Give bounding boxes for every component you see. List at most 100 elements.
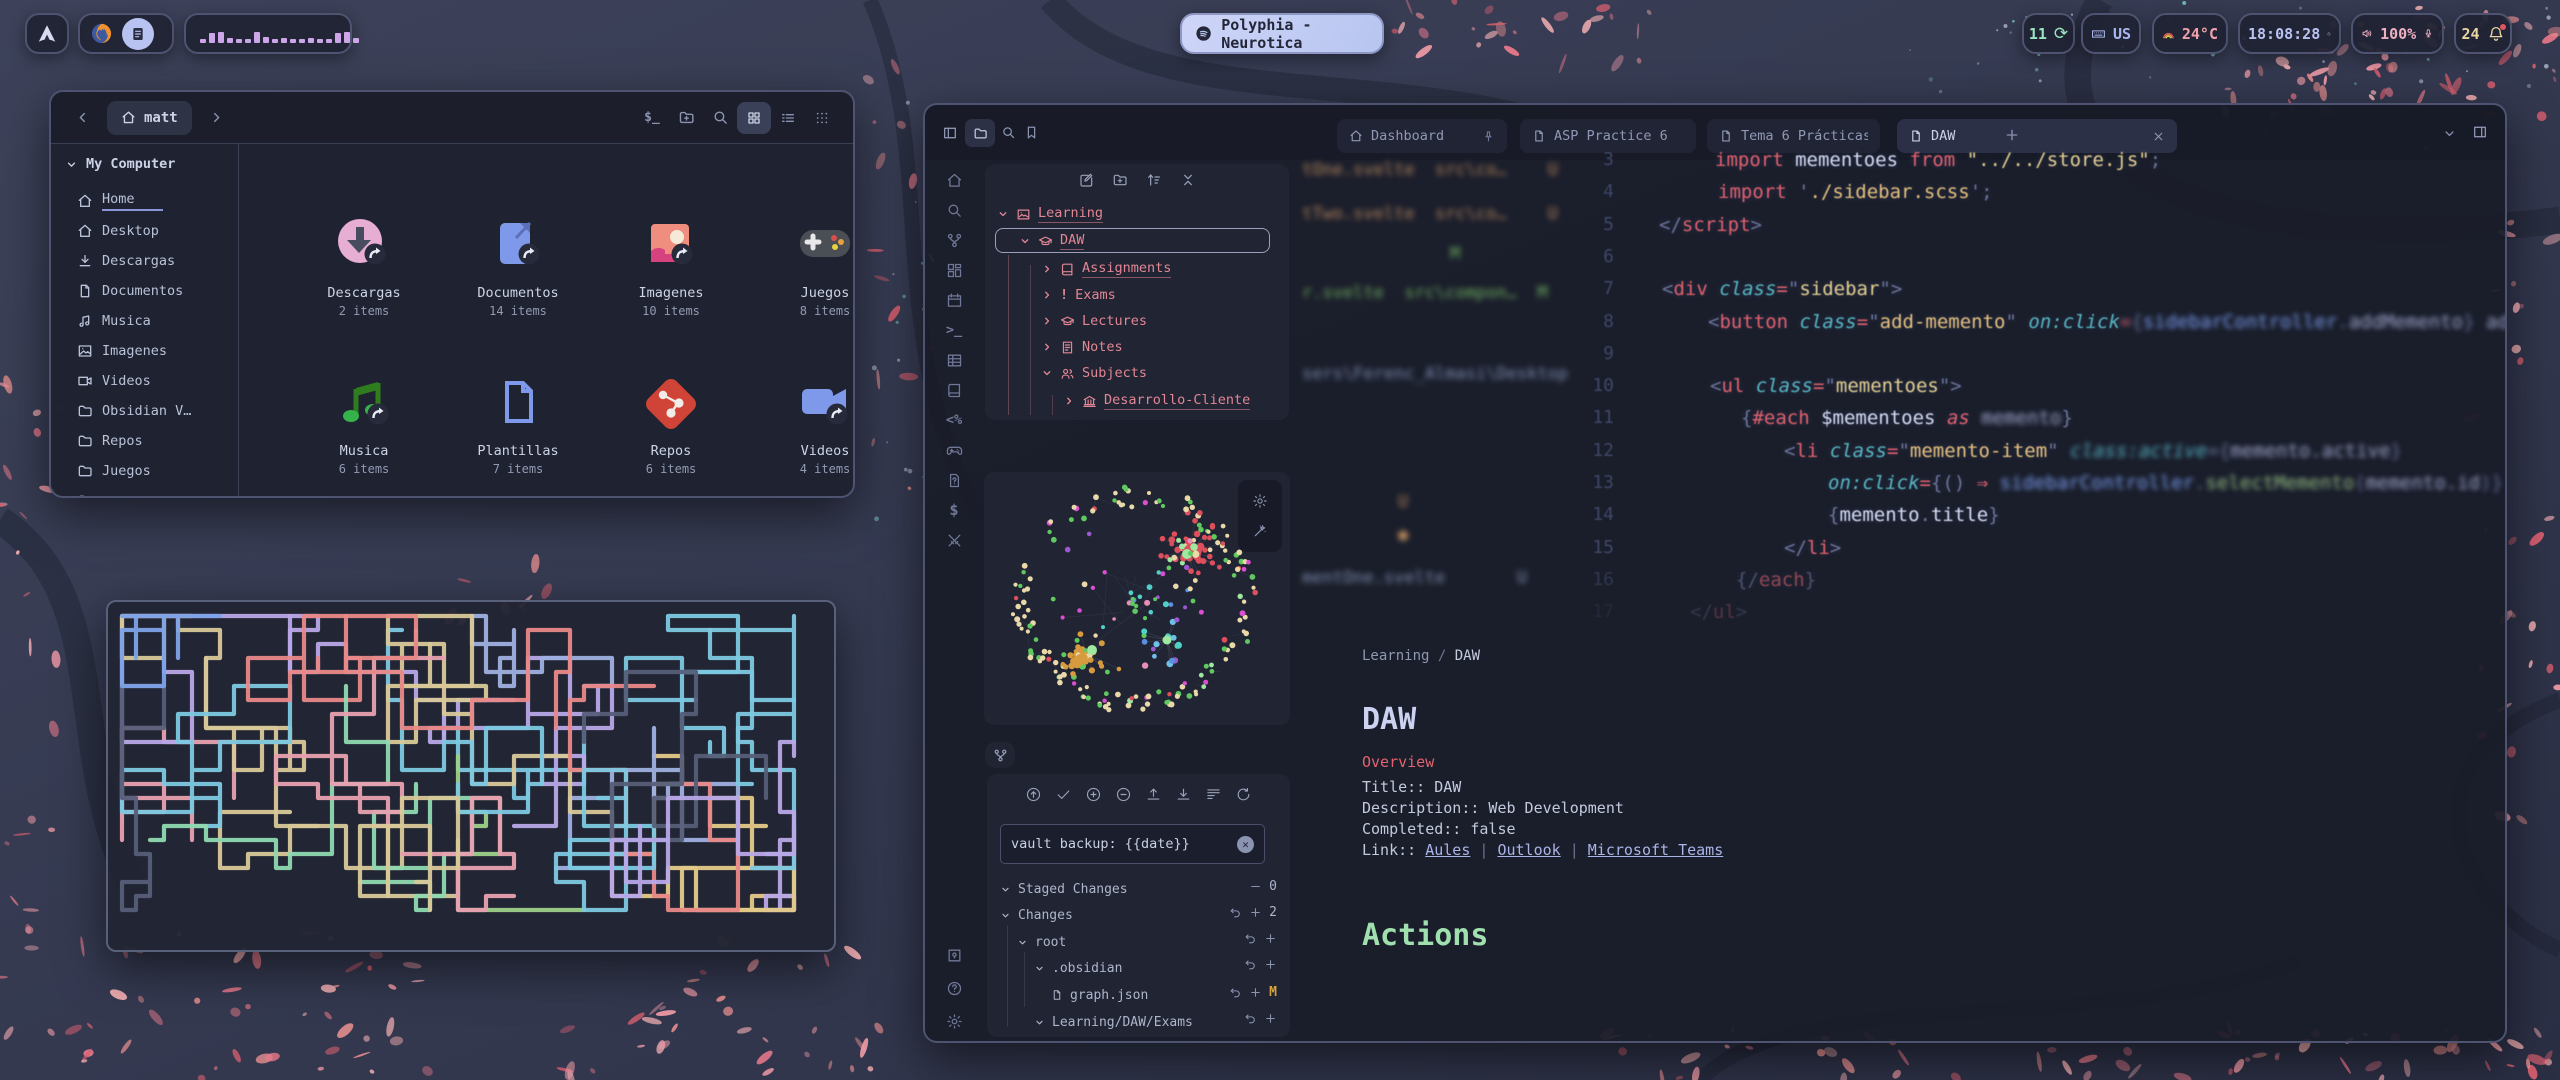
git-upload-button[interactable] bbox=[1145, 786, 1162, 803]
tree-item-learning[interactable]: Learning bbox=[997, 202, 1103, 226]
sidebar-item-home[interactable]: Home bbox=[65, 186, 238, 216]
sidebar-item-descargas[interactable]: Descargas bbox=[65, 246, 238, 276]
git-stage-button[interactable] bbox=[1264, 1012, 1277, 1025]
ribbon-vault-button[interactable] bbox=[939, 940, 969, 970]
note-link-aules[interactable]: Aules bbox=[1425, 841, 1470, 859]
sidebar-item-imagenes[interactable]: Imagenes bbox=[65, 336, 238, 366]
toggle-left-sidebar-button[interactable] bbox=[942, 125, 958, 141]
graph-filter-button[interactable] bbox=[1252, 523, 1268, 539]
sidebar-item-juegos[interactable]: Juegos bbox=[65, 456, 238, 486]
folder-videos[interactable]: Videos 4 items bbox=[761, 372, 855, 476]
open-terminal-button[interactable]: $_ bbox=[635, 102, 669, 134]
tree-item-exams[interactable]: ! Exams bbox=[1041, 283, 1116, 307]
sidebar-section-my-computer[interactable]: My Computer bbox=[65, 156, 238, 172]
tree-item-lectures[interactable]: Lectures bbox=[1041, 309, 1147, 333]
git-row-.obsidian[interactable]: .obsidian bbox=[1034, 957, 1122, 979]
note-view[interactable]: Learning / DAW DAW Overview Title:: DAWD… bbox=[1295, 640, 2505, 1041]
clear-commit-message-button[interactable]: ✕ bbox=[1237, 836, 1254, 853]
git-circle-up-button[interactable] bbox=[1025, 786, 1042, 803]
ribbon-layout-grid-button[interactable] bbox=[939, 255, 969, 285]
tray-updates[interactable]: 11⟳ bbox=[2022, 13, 2075, 54]
git-row-root[interactable]: root bbox=[1017, 931, 1066, 953]
tray-notifications[interactable]: 24 bbox=[2454, 13, 2512, 54]
git-discard-button[interactable] bbox=[1229, 986, 1242, 999]
git-list-details-button[interactable] bbox=[1205, 786, 1222, 803]
folder-musica[interactable]: Musica 6 items bbox=[300, 372, 428, 476]
folder-juegos[interactable]: Juegos 8 items bbox=[761, 214, 855, 318]
git-row-staged-changes[interactable]: Staged Changes bbox=[1000, 878, 1128, 900]
ribbon-book-button[interactable] bbox=[939, 375, 969, 405]
workspace-firefox[interactable] bbox=[90, 22, 113, 45]
explorer-folder-plus-button[interactable] bbox=[1112, 172, 1128, 188]
grid-view-button[interactable] bbox=[737, 102, 771, 134]
sidebar-item-clipped[interactable] bbox=[65, 486, 238, 498]
breadcrumb[interactable]: matt bbox=[107, 101, 192, 135]
tray-volume[interactable]: 100% bbox=[2351, 13, 2444, 54]
folder-repos[interactable]: Repos 6 items bbox=[607, 372, 735, 476]
commit-message-input[interactable]: vault backup: {{date}} ✕ bbox=[1000, 824, 1265, 864]
forward-button[interactable] bbox=[200, 102, 234, 134]
sidebar-item-desktop[interactable]: Desktop bbox=[65, 216, 238, 246]
git-download2-button[interactable] bbox=[1175, 786, 1192, 803]
graph-view-panel[interactable] bbox=[984, 472, 1290, 725]
ribbon-search-button[interactable] bbox=[939, 195, 969, 225]
workspace-active[interactable] bbox=[122, 18, 154, 50]
git-discard-button[interactable] bbox=[1244, 958, 1257, 971]
note-breadcrumb[interactable]: Learning / DAW bbox=[1362, 648, 1480, 664]
file-manager-window[interactable]: matt $_ My Computer Home Desktop Descarg… bbox=[49, 90, 855, 498]
explorer-edit-button[interactable] bbox=[1078, 172, 1094, 188]
note-link-microsoft-teams[interactable]: Microsoft Teams bbox=[1588, 841, 1723, 859]
git-discard-button[interactable] bbox=[1244, 932, 1257, 945]
git-unstage-button[interactable] bbox=[1249, 880, 1262, 893]
git-stage-button[interactable] bbox=[1249, 986, 1262, 999]
git-stage-button[interactable] bbox=[1264, 958, 1277, 971]
git-stage-button[interactable] bbox=[1249, 906, 1262, 919]
explorer-sort-button[interactable] bbox=[1146, 172, 1162, 188]
tree-item-daw[interactable]: DAW bbox=[1019, 229, 1084, 253]
git-circle-minus-button[interactable] bbox=[1115, 786, 1132, 803]
tree-item-notes[interactable]: Notes bbox=[1041, 335, 1123, 359]
sidebar-item-videos[interactable]: Videos bbox=[65, 366, 238, 396]
git-discard-button[interactable] bbox=[1229, 906, 1242, 919]
sidebar-item-documentos[interactable]: Documentos bbox=[65, 276, 238, 306]
launcher-button[interactable] bbox=[25, 13, 69, 54]
ribbon-swords-button[interactable] bbox=[939, 525, 969, 555]
tree-item-subjects[interactable]: Subjects bbox=[1041, 361, 1147, 385]
pipes-terminal-window[interactable] bbox=[106, 600, 836, 952]
sidebar-item-repos[interactable]: Repos bbox=[65, 426, 238, 456]
git-stage-button[interactable] bbox=[1264, 932, 1277, 945]
back-button[interactable] bbox=[65, 102, 99, 134]
ribbon-file-question-button[interactable] bbox=[939, 465, 969, 495]
ribbon-table-button[interactable] bbox=[939, 345, 969, 375]
tree-item-assignments[interactable]: Assignments bbox=[1041, 257, 1171, 281]
git-refresh-button[interactable] bbox=[1235, 786, 1252, 803]
search-button[interactable] bbox=[703, 102, 737, 134]
git-panel-toggle-button[interactable] bbox=[985, 742, 1015, 768]
tray-clock[interactable]: 18:08:28 bbox=[2238, 13, 2341, 54]
ribbon-template-button[interactable]: <% bbox=[939, 405, 969, 435]
ribbon-gamepad-button[interactable] bbox=[939, 435, 969, 465]
git-circle-plus-button[interactable] bbox=[1085, 786, 1102, 803]
ribbon-help-button[interactable] bbox=[939, 973, 969, 1003]
ribbon-calendar-button[interactable] bbox=[939, 285, 969, 315]
folder-imagenes[interactable]: Imagenes 10 items bbox=[607, 214, 735, 318]
git-discard-button[interactable] bbox=[1244, 1012, 1257, 1025]
tree-item-desarrollo-cliente[interactable]: Desarrollo-Cliente bbox=[1063, 389, 1250, 413]
git-row-learning-daw-exams[interactable]: Learning/DAW/Exams bbox=[1034, 1011, 1193, 1033]
ribbon-gear-button[interactable] bbox=[939, 1006, 969, 1036]
now-playing-pill[interactable]: Polyphia - Neurotica bbox=[1180, 13, 1384, 54]
ribbon-terminal-button[interactable]: >_ bbox=[939, 315, 969, 345]
search-tab-button[interactable] bbox=[1001, 125, 1016, 140]
compact-view-button[interactable] bbox=[805, 102, 839, 134]
bookmarks-tab-button[interactable] bbox=[1024, 125, 1039, 140]
git-row-changes[interactable]: Changes bbox=[1000, 904, 1073, 926]
git-row-graph.json[interactable]: graph.json bbox=[1051, 984, 1148, 1006]
ribbon-dollar-button[interactable]: $ bbox=[939, 495, 969, 525]
folder-documentos[interactable]: Documentos 14 items bbox=[454, 214, 582, 318]
sidebar-item-obsidian-v-[interactable]: Obsidian V… bbox=[65, 396, 238, 426]
git-check-button[interactable] bbox=[1055, 786, 1072, 803]
sidebar-item-musica[interactable]: Musica bbox=[65, 306, 238, 336]
note-link-outlook[interactable]: Outlook bbox=[1497, 841, 1560, 859]
folder-descargas[interactable]: Descargas 2 items bbox=[300, 214, 428, 318]
ribbon-git-fork-button[interactable] bbox=[939, 225, 969, 255]
